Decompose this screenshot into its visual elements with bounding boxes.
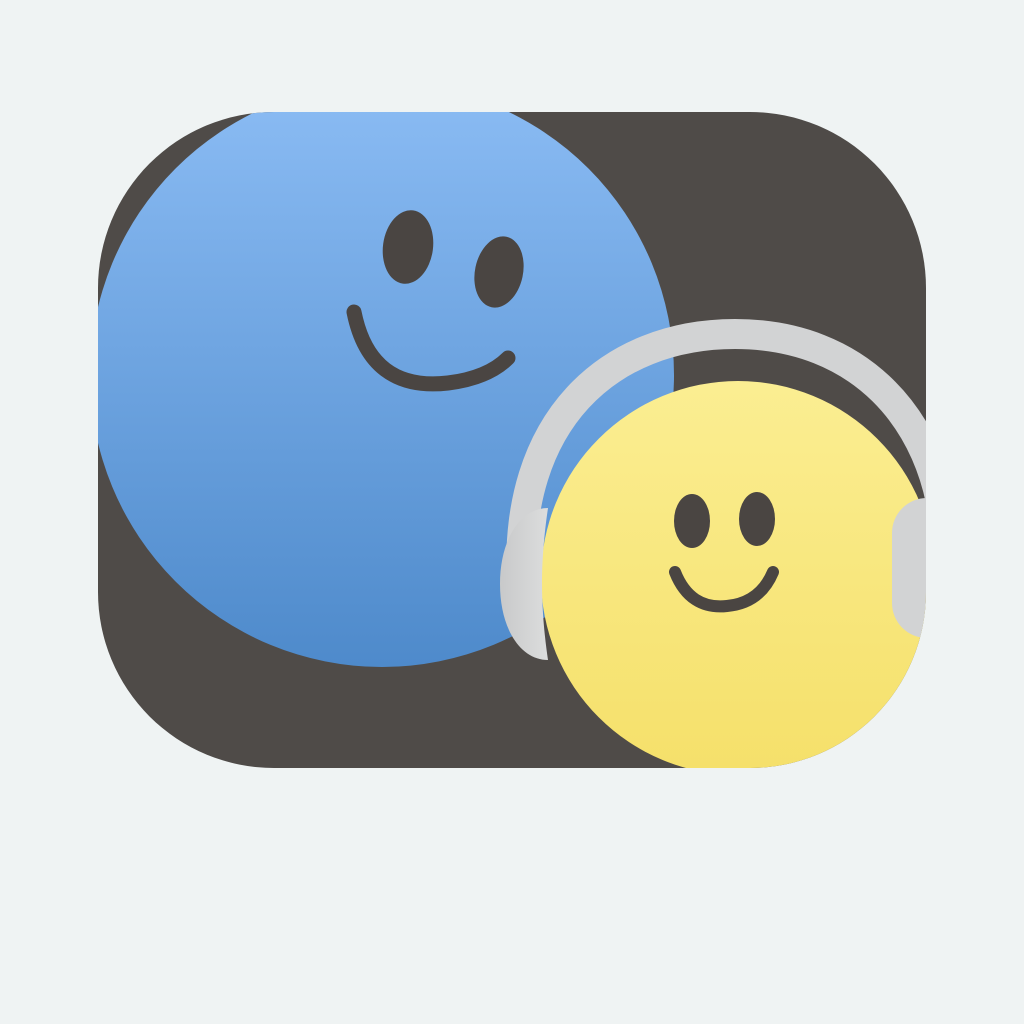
app-icon[interactable] bbox=[0, 0, 1024, 1024]
headphone-right-cup[interactable] bbox=[892, 498, 962, 638]
yellow-left-eye bbox=[674, 494, 710, 548]
canvas bbox=[0, 0, 1024, 1024]
yellow-smiley-with-headphones-icon bbox=[541, 381, 926, 768]
yellow-right-eye bbox=[739, 492, 775, 546]
